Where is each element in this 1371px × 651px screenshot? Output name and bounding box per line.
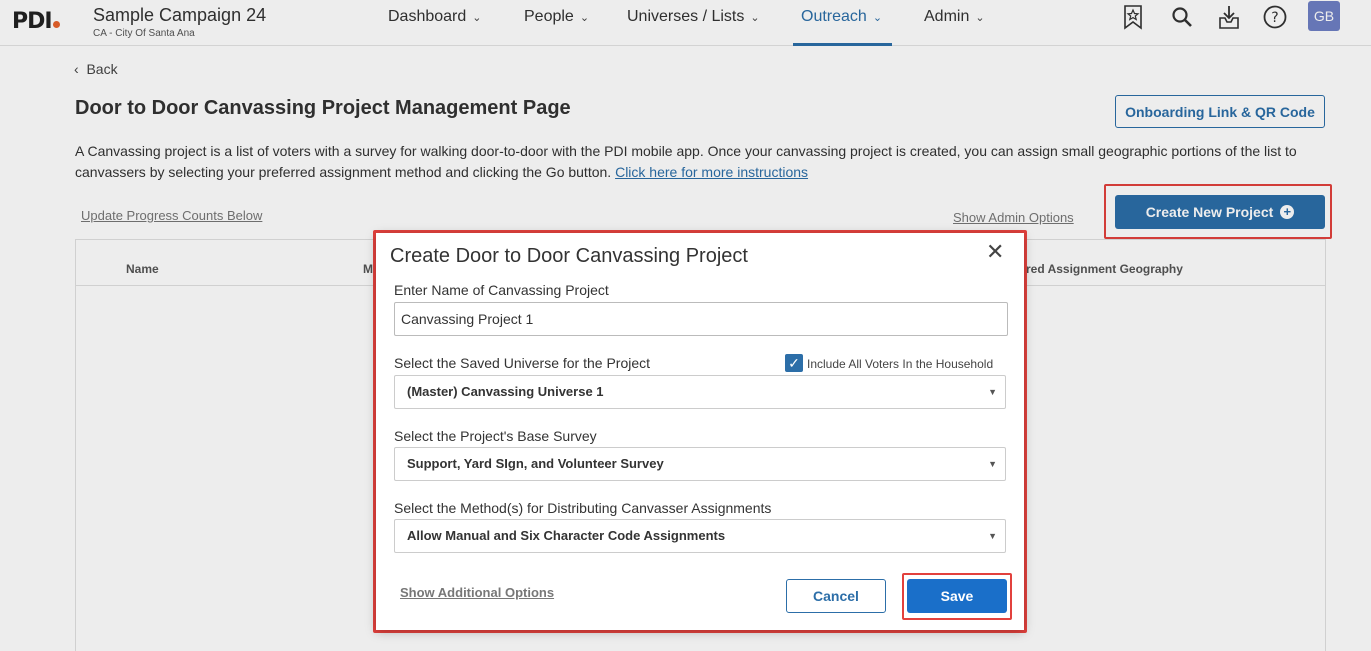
include-household-label[interactable]: Include All Voters In the Household [807,357,993,371]
universe-label: Select the Saved Universe for the Projec… [394,355,651,371]
universe-select[interactable]: (Master) Canvassing Universe 1 ▼ [394,375,1006,409]
survey-select[interactable]: Support, Yard SIgn, and Volunteer Survey… [394,447,1006,481]
method-label: Select the Method(s) for Distributing Ca… [394,500,772,516]
close-icon[interactable]: ✕ [986,239,1004,265]
dropdown-caret-icon: ▼ [988,387,997,397]
modal-title: Create Door to Door Canvassing Project [390,245,748,267]
show-additional-options-link[interactable]: Show Additional Options [400,585,554,600]
dropdown-caret-icon: ▼ [988,531,997,541]
save-button[interactable]: Save [907,579,1007,613]
survey-label: Select the Project's Base Survey [394,428,597,444]
survey-selected-value: Support, Yard SIgn, and Volunteer Survey [407,456,664,471]
project-name-label: Enter Name of Canvassing Project [394,282,609,298]
include-household-checkbox[interactable]: ✓ [785,354,803,372]
method-select[interactable]: Allow Manual and Six Character Code Assi… [394,519,1006,553]
dropdown-caret-icon: ▼ [988,459,997,469]
create-project-modal: Create Door to Door Canvassing Project ✕… [376,233,1024,630]
project-name-input[interactable]: Canvassing Project 1 [394,302,1008,336]
cancel-button[interactable]: Cancel [786,579,886,613]
method-selected-value: Allow Manual and Six Character Code Assi… [407,528,726,543]
universe-selected-value: (Master) Canvassing Universe 1 [407,384,604,399]
